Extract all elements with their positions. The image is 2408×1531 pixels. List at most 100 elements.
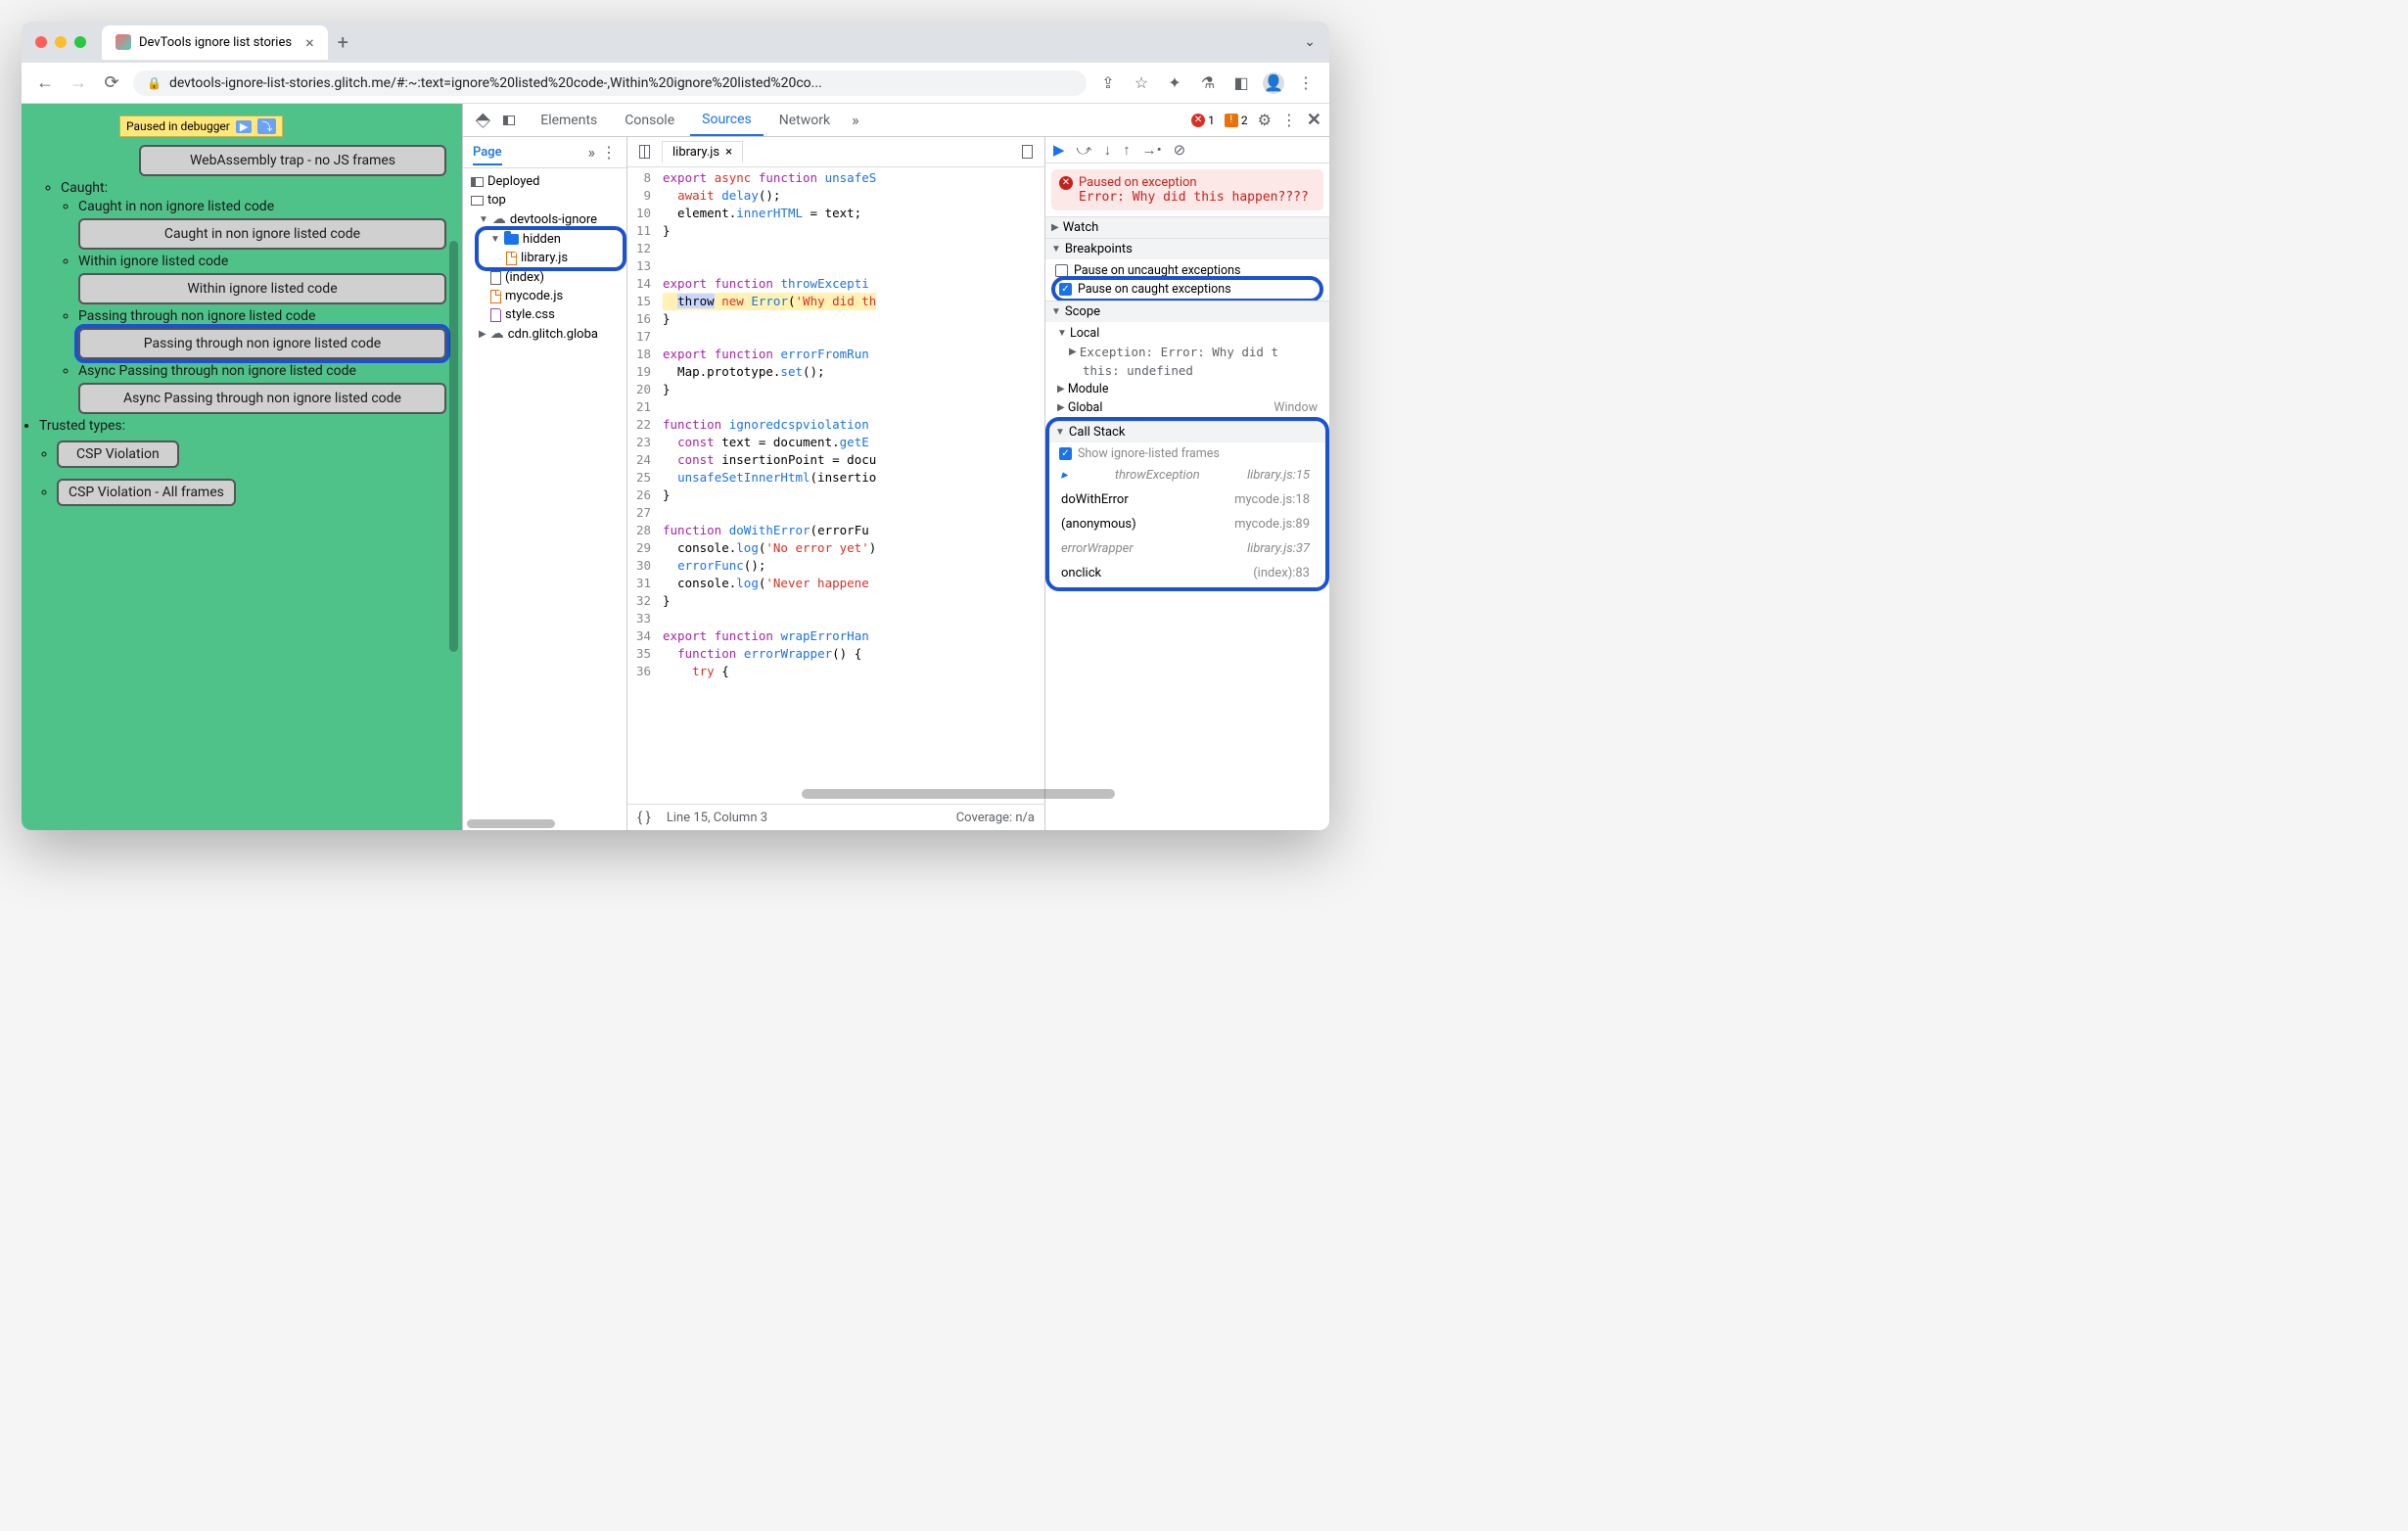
- scope-local[interactable]: ▼ Local: [1051, 324, 1323, 343]
- tree-library-file[interactable]: library.js: [479, 249, 623, 267]
- passing-through-button[interactable]: Passing through non ignore listed code: [78, 328, 446, 359]
- stack-frame[interactable]: ▸throwExceptionlibrary.js:15: [1055, 463, 1320, 487]
- error-count[interactable]: ✕1: [1191, 114, 1215, 127]
- csp-violation-all-button[interactable]: CSP Violation - All frames: [57, 479, 236, 506]
- chevron-right-icon: ▶: [479, 329, 486, 340]
- step-over-icon[interactable]: ⤻: [1077, 141, 1092, 159]
- nav-menu-icon[interactable]: ⋮: [601, 143, 617, 162]
- pretty-print-icon[interactable]: { }: [637, 809, 651, 826]
- caught-header: Caught:: [61, 180, 108, 196]
- nav-more-icon[interactable]: »: [582, 143, 602, 162]
- wasm-trap-button[interactable]: WebAssembly trap - no JS frames: [139, 145, 446, 176]
- devtools-icon[interactable]: ◧: [1229, 73, 1253, 92]
- reload-icon[interactable]: ⟳: [100, 72, 123, 93]
- stack-frame[interactable]: (anonymous)mycode.js:89: [1055, 512, 1320, 536]
- device-toggle-icon[interactable]: [503, 116, 515, 125]
- callstack-panel[interactable]: ▼Call Stack: [1049, 422, 1325, 442]
- scope-global[interactable]: ▶ GlobalWindow: [1051, 398, 1323, 417]
- page-scrollbar[interactable]: [449, 241, 458, 652]
- step-icon[interactable]: ⤵: [257, 118, 276, 134]
- close-window[interactable]: [35, 36, 47, 48]
- within-ignore-label: Within ignore listed code: [78, 254, 228, 269]
- stack-frame[interactable]: errorWrapperlibrary.js:37: [1055, 536, 1320, 561]
- inspect-icon[interactable]: ◩: [469, 106, 497, 134]
- scope-panel[interactable]: ▼Scope: [1045, 302, 1329, 322]
- close-file-icon[interactable]: ×: [725, 145, 732, 160]
- stack-frame[interactable]: doWithErrormycode.js:18: [1055, 487, 1320, 512]
- tab-network[interactable]: Network: [767, 106, 842, 135]
- caught-non-ignore-button[interactable]: Caught in non ignore listed code: [78, 218, 446, 250]
- extensions-icon[interactable]: ✦: [1163, 73, 1186, 92]
- resume-icon[interactable]: ▶: [236, 120, 252, 133]
- share-icon[interactable]: ⇪: [1096, 73, 1120, 92]
- back-icon[interactable]: ←: [33, 72, 57, 93]
- step-icon[interactable]: →•: [1142, 141, 1162, 159]
- devtools-menu-icon[interactable]: ⋮: [1281, 111, 1297, 129]
- bookmark-icon[interactable]: ☆: [1130, 73, 1153, 92]
- settings-icon[interactable]: ⚙: [1258, 111, 1272, 129]
- checkbox-checked[interactable]: ✓: [1059, 447, 1072, 460]
- resume-icon[interactable]: ▶: [1053, 141, 1065, 159]
- watch-panel[interactable]: ▶Watch: [1045, 217, 1329, 238]
- chevron-down-icon: ▼: [490, 234, 500, 245]
- stack-frame[interactable]: onclick(index):83: [1055, 561, 1320, 585]
- scope-exception[interactable]: ▶ Exception: Error: Why did t: [1051, 343, 1323, 361]
- code-area[interactable]: 8910111213141516171819202122232425262728…: [627, 167, 1044, 804]
- paused-overlay: Paused in debugger ▶ ⤵: [119, 116, 283, 137]
- new-tab-icon[interactable]: +: [338, 30, 348, 54]
- close-tab-icon[interactable]: ×: [305, 33, 314, 52]
- tree-top[interactable]: top: [465, 191, 625, 209]
- csp-violation-button[interactable]: CSP Violation: [57, 441, 179, 468]
- url-text: devtools-ignore-list-stories.glitch.me/#…: [169, 75, 822, 91]
- deactivate-breakpoints-icon[interactable]: ⊘: [1174, 141, 1186, 159]
- minimize-window[interactable]: [55, 36, 67, 48]
- tree-cdn[interactable]: ▶☁cdn.glitch.globa: [465, 324, 625, 344]
- breakpoints-panel[interactable]: ▼Breakpoints: [1045, 239, 1329, 259]
- bp-caught-row[interactable]: ✓Pause on caught exceptions: [1055, 280, 1320, 299]
- more-tabs-icon[interactable]: »: [846, 111, 865, 129]
- scope-module[interactable]: ▶ Module: [1051, 380, 1323, 398]
- tab-title: DevTools ignore list stories: [139, 35, 292, 50]
- warning-count[interactable]: !2: [1225, 114, 1248, 127]
- bp-uncaught-row[interactable]: Pause on uncaught exceptions: [1051, 261, 1323, 280]
- toggle-sidebar-icon[interactable]: [1022, 145, 1033, 159]
- menu-icon[interactable]: ⋮: [1294, 73, 1318, 92]
- deployed-icon: [471, 177, 484, 187]
- debugger-panel: ▶ ⤻ ↓ ↑ →• ⊘ ✕Paused on exception Error:…: [1045, 137, 1329, 830]
- close-devtools-icon[interactable]: ✕: [1307, 110, 1321, 130]
- tree-domain[interactable]: ▼☁devtools-ignore: [465, 209, 625, 229]
- address-bar[interactable]: 🔒 devtools-ignore-list-stories.glitch.me…: [133, 70, 1087, 96]
- profile-icon[interactable]: 👤: [1263, 72, 1284, 94]
- show-ignore-frames[interactable]: ✓Show ignore-listed frames: [1055, 444, 1320, 463]
- within-ignore-button[interactable]: Within ignore listed code: [78, 273, 446, 304]
- page-content: Paused in debugger ▶ ⤵ WebAssembly trap …: [22, 104, 462, 830]
- favicon: [116, 34, 131, 50]
- step-out-icon[interactable]: ↑: [1123, 141, 1131, 159]
- caught-non-ignore-label: Caught in non ignore listed code: [78, 199, 274, 214]
- tab-sources[interactable]: Sources: [690, 105, 764, 136]
- tree-mycode-file[interactable]: mycode.js: [465, 287, 625, 305]
- lock-icon: 🔒: [147, 76, 162, 90]
- checkbox-unchecked[interactable]: [1055, 264, 1068, 277]
- browser-tab[interactable]: DevTools ignore list stories ×: [102, 25, 328, 60]
- editor-scrollbar[interactable]: [802, 789, 1115, 799]
- tree-deployed[interactable]: Deployed: [465, 172, 625, 191]
- maximize-window[interactable]: [74, 36, 86, 48]
- tree-index-file[interactable]: (index): [465, 268, 625, 287]
- snippets-icon[interactable]: [639, 145, 650, 159]
- tab-console[interactable]: Console: [613, 106, 686, 135]
- tree-hidden-folder[interactable]: ▼hidden: [479, 230, 623, 249]
- async-passing-button[interactable]: Async Passing through non ignore listed …: [78, 383, 446, 414]
- tree-style-file[interactable]: style.css: [465, 305, 625, 324]
- tab-elements[interactable]: Elements: [529, 106, 609, 135]
- step-into-icon[interactable]: ↓: [1104, 141, 1112, 159]
- trusted-types-header: Trusted types:: [39, 418, 125, 434]
- editor-tab-library[interactable]: library.js×: [662, 141, 743, 162]
- coverage-status: Coverage: n/a: [956, 811, 1035, 825]
- page-tab[interactable]: Page: [473, 145, 502, 165]
- tabs-dropdown-icon[interactable]: ⌄: [1304, 34, 1316, 50]
- nav-scrollbar[interactable]: [467, 819, 555, 828]
- labs-icon[interactable]: ⚗: [1196, 73, 1220, 92]
- checkbox-checked[interactable]: ✓: [1059, 283, 1072, 296]
- chevron-down-icon: ▼: [479, 214, 488, 225]
